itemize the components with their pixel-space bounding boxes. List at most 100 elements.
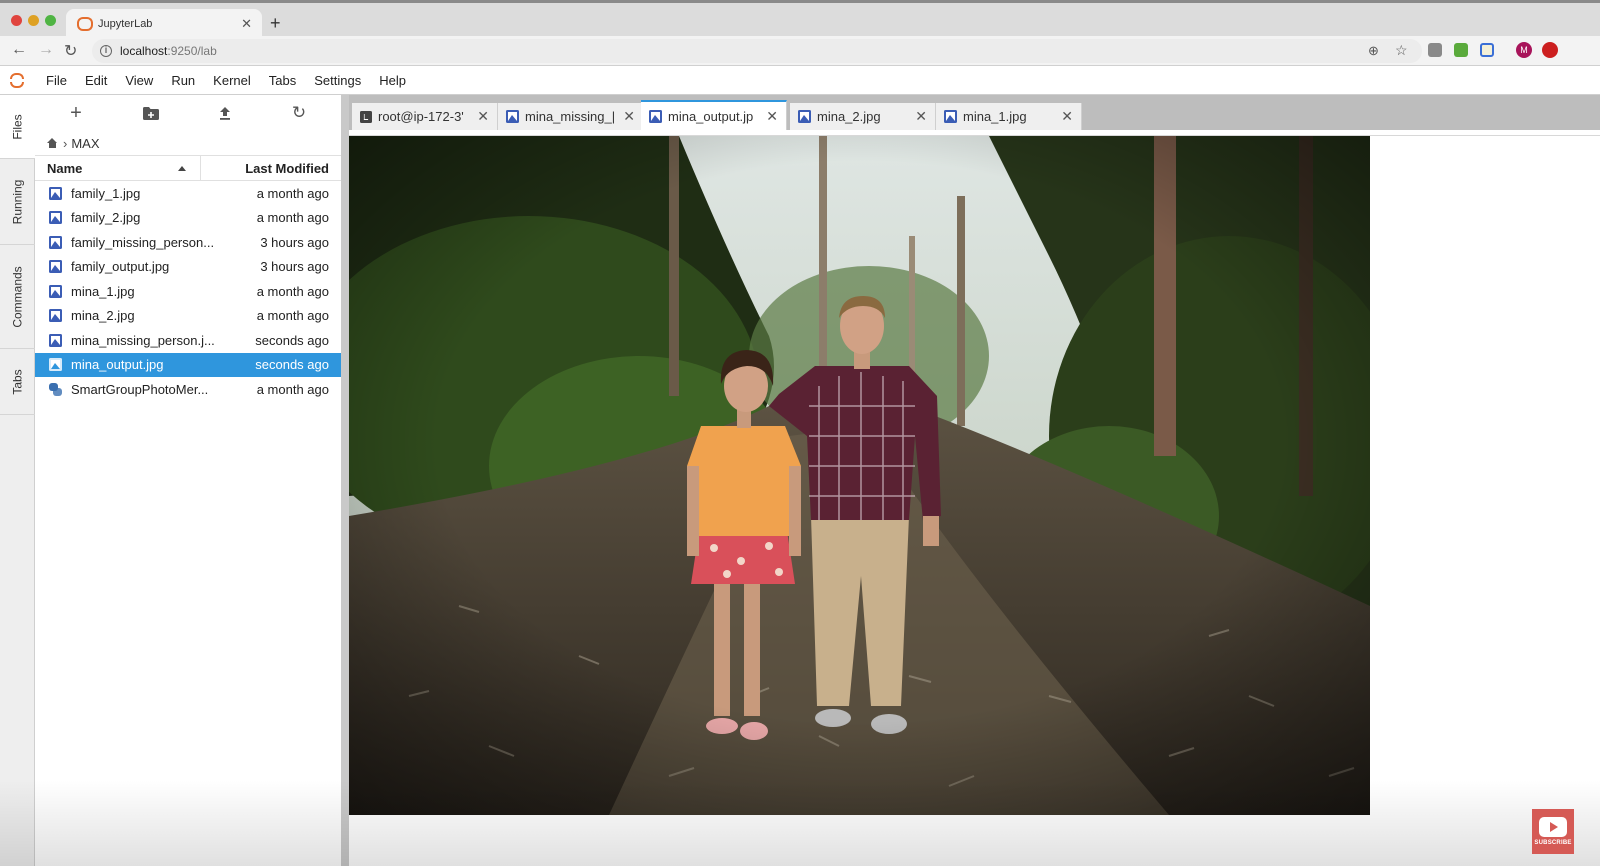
menu-run[interactable]: Run [162,73,204,88]
sidebar-tab-label: Files [11,113,25,140]
youtube-play-icon [1539,817,1567,837]
image-file-icon [49,235,62,249]
home-icon[interactable] [47,138,58,148]
sidebar-tab-tabs[interactable]: Tabs [0,349,35,415]
menu-settings[interactable]: Settings [305,73,370,88]
document-tab-label: mina_output.jp [668,108,754,124]
upload-icon[interactable] [215,103,235,123]
file-list-item[interactable]: SmartGroupPhotoMer... a month ago [35,377,341,402]
breadcrumb-separator: › [63,135,68,151]
reload-icon[interactable]: ↻ [64,41,77,61]
jupyterlab-menubar: File Edit View Run Kernel Tabs Settings … [0,66,1600,95]
file-last-modified: a month ago [256,308,329,324]
menu-tabs[interactable]: Tabs [260,73,305,88]
menu-kernel[interactable]: Kernel [204,73,260,88]
file-list-item[interactable]: mina_1.jpg a month ago [35,279,341,304]
document-tab-label: mina_missing_| [525,109,616,124]
file-list-item[interactable]: mina_missing_person.j... seconds ago [35,328,341,353]
document-tab[interactable]: mina_1.jpg ✕ [936,103,1082,130]
sidebar-tab-commands[interactable]: Commands [0,245,35,349]
document-tab[interactable]: mina_missing_| ✕ [498,103,644,130]
document-tab-label: root@ip-172-3' [378,109,464,124]
window-close-button[interactable] [11,15,22,26]
close-tab-icon[interactable]: ✕ [477,108,489,125]
url-host: localhost [120,44,168,58]
window-minimize-button[interactable] [28,15,39,26]
file-name: mina_output.jpg [71,357,164,373]
new-launcher-plus-icon[interactable]: + [66,102,86,124]
address-bar[interactable]: i localhost:9250/lab [92,39,1422,63]
column-header-name[interactable]: Name [35,156,201,180]
file-last-modified: a month ago [256,210,329,226]
document-tab[interactable]: mina_output.jp ✕ [641,100,787,130]
close-tab-icon[interactable]: ✕ [241,16,252,32]
subscribe-label: SUBSCRIBE [1534,840,1572,846]
image-file-icon [506,110,519,123]
profile-avatar[interactable]: M [1516,42,1532,58]
close-tab-icon[interactable]: ✕ [766,108,778,125]
site-info-icon[interactable]: i [100,45,112,57]
sort-ascending-icon [178,165,186,171]
close-tab-icon[interactable]: ✕ [1061,108,1073,125]
panel-splitter[interactable] [341,95,349,866]
forward-arrow-icon[interactable]: → [38,41,54,59]
document-tab[interactable]: mina_2.jpg ✕ [790,103,936,130]
menu-file[interactable]: File [34,73,76,88]
youtube-subscribe-button[interactable]: SUBSCRIBE [1532,809,1574,854]
extension-puzzle-icon[interactable] [1480,43,1494,57]
back-arrow-icon[interactable]: ← [11,41,27,59]
document-tab-label: mina_1.jpg [963,109,1027,124]
sidebar-tab-files[interactable]: Files [0,95,36,159]
menu-edit[interactable]: Edit [76,73,116,88]
document-tab[interactable]: root@ip-172-3' ✕ [352,103,498,130]
refresh-icon[interactable]: ↻ [289,103,309,123]
file-name: mina_1.jpg [71,283,135,299]
file-list-item[interactable]: mina_2.jpg a month ago [35,304,341,329]
breadcrumb: › MAX [35,131,341,155]
extension-c-icon[interactable] [1428,43,1442,57]
extension-red-icon[interactable] [1542,42,1558,58]
extension-green-icon[interactable] [1454,43,1468,57]
file-list-item[interactable]: family_2.jpg a month ago [35,206,341,231]
browser-tab-jupyterlab[interactable]: JupyterLab ✕ [66,9,262,39]
window-maximize-button[interactable] [45,15,56,26]
file-last-modified: 3 hours ago [260,259,329,275]
jupyter-logo-icon [76,17,93,31]
file-last-modified: seconds ago [255,332,329,348]
file-last-modified: a month ago [256,283,329,299]
file-name: mina_missing_person.j... [71,332,215,348]
breadcrumb-folder[interactable]: MAX [71,136,99,151]
file-list-item[interactable]: family_1.jpg a month ago [35,181,341,206]
file-name: mina_2.jpg [71,308,135,324]
menu-view[interactable]: View [116,73,162,88]
bookmark-star-icon[interactable]: ☆ [1395,42,1408,59]
file-list-item[interactable]: family_output.jpg 3 hours ago [35,255,341,280]
close-tab-icon[interactable]: ✕ [915,108,927,125]
file-name: family_1.jpg [71,185,141,201]
close-tab-icon[interactable]: ✕ [623,108,635,125]
file-list-item[interactable]: mina_output.jpg seconds ago [35,352,341,377]
python-file-icon [49,382,62,396]
column-header-last-modified[interactable]: Last Modified [201,156,341,180]
menu-help[interactable]: Help [370,73,415,88]
sidebar-tab-running[interactable]: Running [0,159,35,245]
file-browser-panel: + ↻ › MAX Name Last Modified family_1.jp… [35,95,341,866]
column-header-label: Name [47,160,83,176]
document-tab-label: mina_2.jpg [817,109,881,124]
new-tab-button[interactable]: + [270,13,281,34]
new-folder-icon[interactable] [141,103,161,123]
file-last-modified: seconds ago [255,357,329,373]
zoom-icon[interactable]: ⊕ [1368,43,1379,59]
sidebar-tab-label: Tabs [10,368,25,395]
browser-toolbar: ← → ↻ i localhost:9250/lab ⊕ ☆ M [0,36,1600,66]
image-file-icon [49,309,62,323]
document-tab-bar: root@ip-172-3' ✕ mina_missing_| ✕ mina_outpu… [349,95,1600,130]
url-path: :9250/lab [167,44,217,58]
photo-forest-trail-couple [349,136,1370,815]
image-viewer [349,136,1600,866]
file-browser-toolbar: + ↻ [35,95,341,131]
browser-tab-title: JupyterLab [98,18,153,30]
image-file-icon [944,110,957,123]
file-list-item[interactable]: family_missing_person... 3 hours ago [35,230,341,255]
file-list: family_1.jpg a month ago family_2.jpg a mon… [35,181,341,402]
